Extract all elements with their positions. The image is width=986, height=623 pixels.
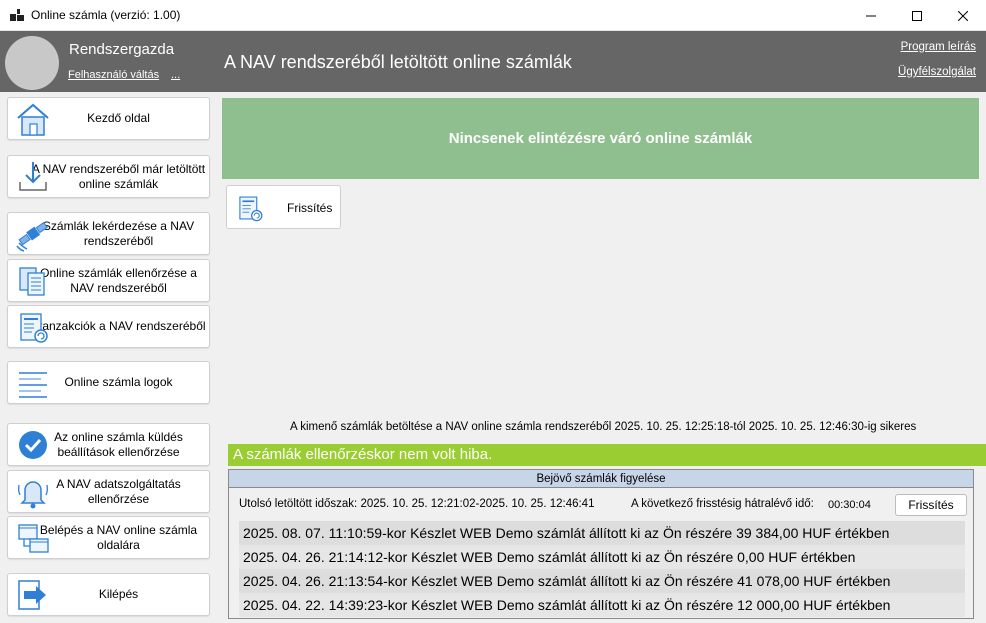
home-icon xyxy=(14,100,52,138)
bell-icon xyxy=(14,473,52,511)
support-link[interactable]: Ügyfélszolgálat xyxy=(898,66,976,78)
page-title: A NAV rendszeréből letöltött online szám… xyxy=(224,52,572,72)
switch-user-link[interactable]: Felhasználó váltás xyxy=(68,69,159,81)
sidebar-item-downloaded-invoices[interactable]: A NAV rendszeréből már letöltött online … xyxy=(7,155,210,198)
refresh-button-label: Frissítés xyxy=(287,201,333,215)
header: Rendszergazda Felhasználó váltás ... A N… xyxy=(0,31,986,92)
next-refresh-countdown: 00:30:04 xyxy=(828,499,871,511)
monitor-title: Bejövő számlák figyelése xyxy=(229,470,973,488)
close-icon xyxy=(958,10,968,21)
monitor-refresh-button[interactable]: Frissítés xyxy=(895,494,967,516)
documents-icon xyxy=(14,262,52,300)
pending-invoices-banner: Nincsenek elintézésre váró online számlá… xyxy=(222,98,979,179)
avatar xyxy=(5,36,59,90)
list-item[interactable]: 2025. 04. 26. 21:13:54-kor Készlet WEB D… xyxy=(239,569,965,593)
app-icon xyxy=(10,9,24,21)
satellite-icon xyxy=(14,215,52,253)
refresh-document-icon xyxy=(234,192,266,224)
windows-link-icon xyxy=(14,519,52,557)
next-refresh-label: A következő frisstésig hátralévő idő: xyxy=(631,498,814,510)
log-list-icon xyxy=(14,364,52,402)
list-item[interactable]: 2025. 04. 22. 14:39:23-kor Készlet WEB D… xyxy=(239,593,965,617)
maximize-button[interactable] xyxy=(894,0,940,31)
incoming-invoice-list: 2025. 08. 07. 11:10:59-kor Készlet WEB D… xyxy=(239,521,965,617)
last-downloaded-period: Utolsó letöltött időszak: 2025. 10. 25. … xyxy=(239,498,595,510)
list-item[interactable]: 2025. 08. 07. 11:10:59-kor Készlet WEB D… xyxy=(239,521,965,545)
sidebar-item-nav-service-check[interactable]: A NAV adatszolgáltatás ellenőrzése xyxy=(7,470,210,513)
sidebar-item-transactions[interactable]: Tranzakciók a NAV rendszeréből xyxy=(7,305,210,348)
sidebar-item-query-invoices[interactable]: Számlák lekérdezése a NAV rendszeréből xyxy=(7,212,210,255)
sidebar-item-logs[interactable]: Online számla logok xyxy=(7,361,210,404)
sidebar-item-settings-check[interactable]: Az online számla küldés beállítások elle… xyxy=(7,423,210,466)
check-circle-icon xyxy=(14,426,52,464)
exit-arrow-icon xyxy=(14,576,52,614)
outgoing-load-status: A kimenő számlák betöltése a NAV online … xyxy=(290,421,917,433)
sidebar: Kezdő oldal A NAV rendszeréből már letöl… xyxy=(0,92,215,623)
close-button[interactable] xyxy=(940,0,986,31)
minimize-icon xyxy=(866,15,876,16)
sidebar-item-home[interactable]: Kezdő oldal xyxy=(7,97,210,140)
download-icon xyxy=(14,158,52,196)
user-name: Rendszergazda xyxy=(69,41,175,58)
transactions-icon xyxy=(14,308,52,346)
window-title: Online számla (verzió: 1.00) xyxy=(31,8,181,22)
check-result-bar: A számlák ellenőrzéskor nem volt hiba. xyxy=(228,444,986,466)
maximize-icon xyxy=(912,10,922,21)
refresh-button[interactable]: Frissítés xyxy=(226,185,341,229)
sidebar-item-check-invoices[interactable]: Online számlák ellenőrzése a NAV rendsze… xyxy=(7,259,210,302)
list-item[interactable]: 2025. 04. 26. 21:14:12-kor Készlet WEB D… xyxy=(239,545,965,569)
program-help-link[interactable]: Program leírás xyxy=(901,41,976,53)
incoming-invoice-monitor: Bejövő számlák figyelése Utolsó letöltöt… xyxy=(228,469,974,619)
minimize-button[interactable] xyxy=(848,0,894,31)
title-bar: Online számla (verzió: 1.00) xyxy=(0,0,986,31)
sidebar-item-exit[interactable]: Kilépés xyxy=(7,573,210,616)
main-content: Nincsenek elintézésre váró online számlá… xyxy=(215,92,986,623)
sidebar-item-nav-login[interactable]: Belépés a NAV online számla oldalára xyxy=(7,516,210,559)
user-more-link[interactable]: ... xyxy=(171,69,180,81)
